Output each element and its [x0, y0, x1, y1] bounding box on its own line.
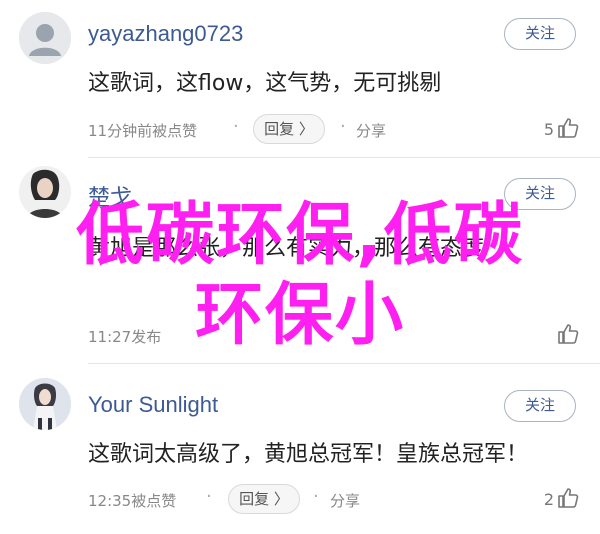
thumbs-up-icon	[558, 488, 579, 508]
avatar[interactable]	[19, 378, 71, 430]
like-count: 5	[543, 120, 554, 139]
comment-text: 这歌词，这flow，这气势，无可挑剔	[88, 71, 442, 96]
user-placeholder-icon	[19, 12, 71, 64]
comment-time: 11分钟前被点赞	[88, 122, 198, 140]
separator-dot: ·	[206, 486, 212, 507]
comment-text: 这歌词太高级了，黄旭总冠军！皇族总冠军！	[88, 442, 529, 467]
username[interactable]: yayazhang0723	[88, 21, 243, 47]
comment-time: 12:35被点赞	[88, 492, 177, 510]
separator-dot: ·	[313, 486, 319, 507]
user-photo-icon	[19, 378, 71, 430]
follow-button[interactable]: 关注	[504, 18, 576, 50]
reply-button[interactable]: 回复 〉	[253, 114, 325, 144]
overlay-caption-line-2: 环保小	[194, 276, 405, 355]
comment-meta: 11分钟前被点赞 · 回复 〉 · 分享	[88, 114, 508, 144]
separator-dot: ·	[340, 116, 346, 137]
thumbs-up-icon	[558, 118, 579, 138]
separator-dot: ·	[233, 116, 239, 137]
divider	[88, 363, 600, 364]
comment-meta: 12:35被点赞 · 回复 〉 · 分享	[88, 484, 508, 514]
share-button[interactable]: 分享	[330, 490, 360, 511]
username[interactable]: Your Sunlight	[88, 392, 218, 418]
like-button[interactable]: 5	[520, 116, 580, 144]
like-button[interactable]: 2	[520, 486, 580, 514]
reply-button[interactable]: 回复 〉	[228, 484, 300, 514]
avatar[interactable]	[19, 12, 71, 64]
like-count: 2	[543, 490, 554, 509]
divider	[88, 157, 600, 158]
overlay-caption-line-1: 低碳环保,低碳	[76, 196, 524, 275]
follow-button[interactable]: 关注	[504, 390, 576, 422]
share-button[interactable]: 分享	[356, 120, 386, 141]
